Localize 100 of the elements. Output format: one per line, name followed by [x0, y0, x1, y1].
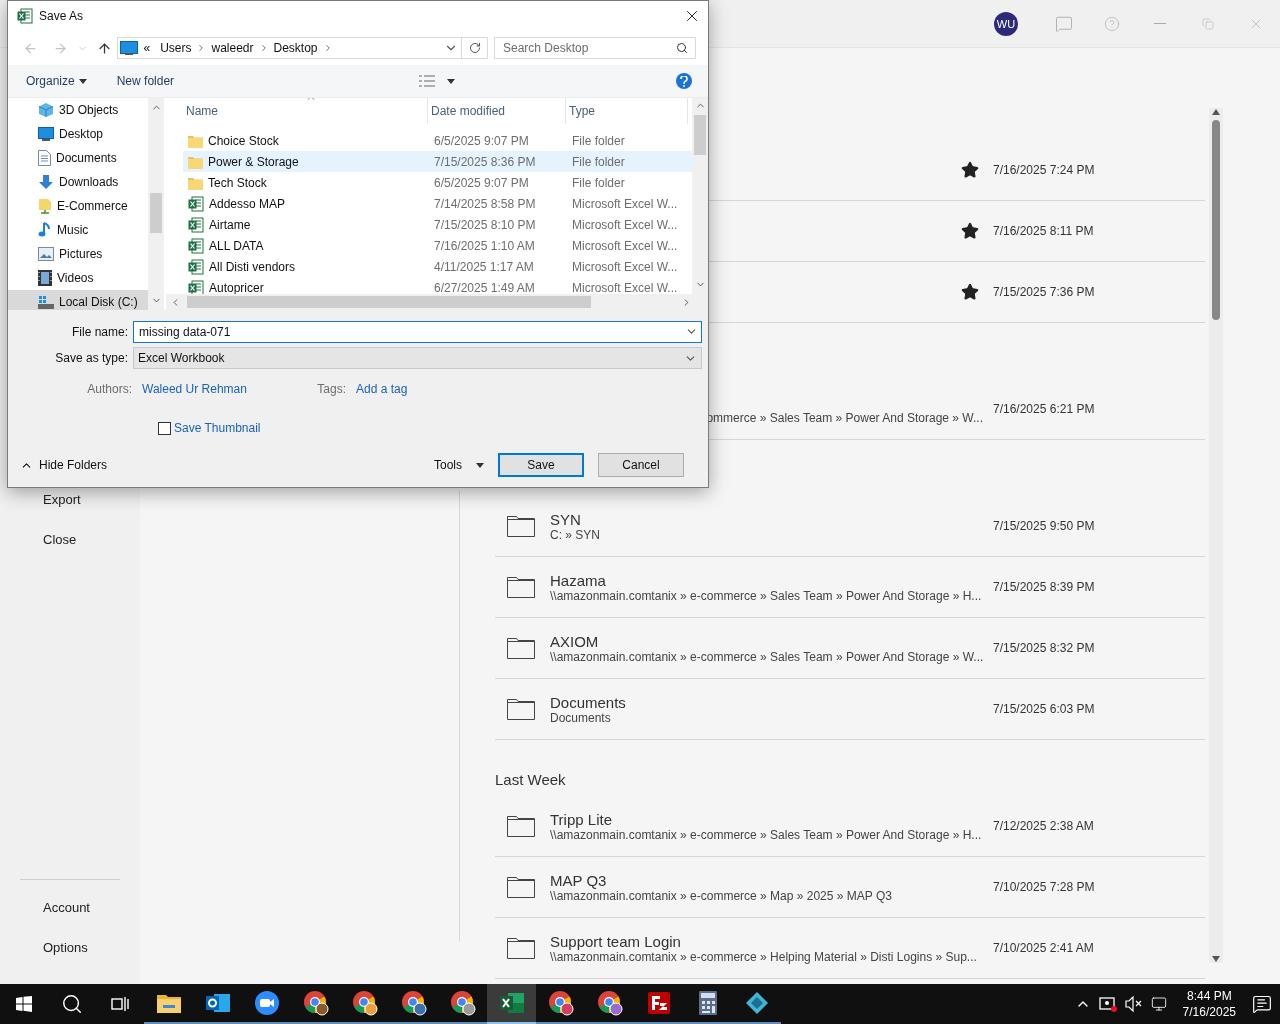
- scrollbar-thumb[interactable]: [694, 115, 706, 155]
- minimize-icon: [1154, 23, 1166, 24]
- folder-path: C: » SYN: [550, 527, 600, 542]
- recent-folder-row[interactable]: AXIOM \\amazonmain.comtanix » e-commerce » Sales Team » Power And Storage » W... 7/15/2025 8:32 PM: [495, 618, 1205, 679]
- search-field[interactable]: Search Desktop: [494, 37, 696, 59]
- file-type-select[interactable]: Excel Workbook: [133, 347, 702, 369]
- folder-path: \\amazonmain.comtanix » e-commerce » Sales Team » Power And Storage » W...: [550, 649, 984, 664]
- column-header[interactable]: Date modified: [428, 98, 566, 124]
- breadcrumb[interactable]: waleedr: [206, 41, 259, 55]
- file-name: Autopricer: [209, 280, 264, 294]
- folder-icon: [156, 993, 181, 1013]
- breadcrumb[interactable]: Desktop: [268, 41, 323, 55]
- file-type: Microsoft Excel W...: [571, 259, 679, 274]
- mail-icon: [205, 992, 230, 1014]
- spreadsheet-icon: [188, 237, 204, 254]
- organize-button[interactable]: Organize: [20, 70, 93, 92]
- folder-tree-item[interactable]: 3D Objects: [8, 98, 148, 122]
- clock[interactable]: 8:44 PM 7/16/2025: [1174, 988, 1244, 1020]
- save-thumbnail-checkbox[interactable]: [158, 421, 171, 435]
- recent-folder-row[interactable]: Documents Documents 7/15/2025 6:03 PM: [495, 679, 1205, 740]
- folder-icon: [507, 637, 535, 659]
- folder-icon: [188, 133, 203, 148]
- file-name: Choice Stock: [208, 133, 279, 148]
- folder-tree-item[interactable]: Desktop: [8, 122, 148, 146]
- modified-date: 7/10/2025 7:28 PM: [992, 880, 1096, 894]
- folder-tree-item[interactable]: Downloads: [8, 170, 148, 194]
- file-list-scrollbar[interactable]: [692, 98, 708, 294]
- folder-path: \\amazonmain.comtanix » e-commerce » Sales Team » Power And Storage » H...: [550, 827, 982, 842]
- download-icon: [38, 174, 54, 190]
- file-type: Microsoft Excel W...: [571, 238, 679, 253]
- modified-date: 7/15/2025 9:50 PM: [992, 519, 1096, 533]
- tree-scrollbar[interactable]: [148, 98, 164, 310]
- pin-star-icon: [961, 161, 979, 179]
- recent-folder-row[interactable]: Tripp Lite \\amazonmain.comtanix » e-commerce » Sales Team » Power And Storage » H... 7/12/2025 2:38 AM: [495, 796, 1205, 857]
- modified-date: 7/15/2025 7:36 PM: [992, 285, 1096, 299]
- folder-tree-item[interactable]: Music: [8, 218, 148, 242]
- hide-folders-button[interactable]: Hide Folders: [20, 458, 108, 472]
- horizontal-scrollbar[interactable]: [166, 294, 708, 310]
- cancel-button[interactable]: Cancel: [598, 453, 684, 477]
- drive-icon: [38, 295, 54, 309]
- dialog-title: Save As: [39, 9, 85, 23]
- meeting-icon: [1098, 996, 1117, 1012]
- browser-icon: [547, 990, 574, 1016]
- folder-tree-item[interactable]: Pictures: [8, 242, 148, 266]
- user-avatar[interactable]: WU: [994, 11, 1018, 36]
- recent-folder-row[interactable]: Hazama \\amazonmain.comtanix » e-commerce » Sales Team » Power And Storage » H... 7/15/2025 8:39 PM: [495, 557, 1205, 618]
- network-folder-icon: [38, 198, 52, 214]
- file-name-field[interactable]: missing data-071: [133, 321, 702, 343]
- calculator-icon: [698, 991, 717, 1015]
- nav-item[interactable]: Close: [0, 520, 140, 560]
- browser-icon: [302, 990, 329, 1016]
- help-button[interactable]: [676, 73, 692, 89]
- folder-icon: [188, 154, 203, 169]
- spreadsheet-icon: [188, 279, 204, 294]
- folder-tree-item[interactable]: Local Disk (C:): [8, 290, 148, 310]
- scrollbar-thumb[interactable]: [187, 296, 591, 308]
- folder-tree-item[interactable]: E-Commerce: [8, 194, 148, 218]
- nav-item[interactable]: Options: [0, 928, 140, 968]
- folder-name: MAP Q3: [550, 871, 608, 889]
- recent-folder-row[interactable]: SYN C: » SYN 7/15/2025 9:50 PM: [495, 496, 1205, 557]
- save-button[interactable]: Save: [498, 453, 584, 477]
- recent-folder-row[interactable]: Support team Login \\amazonmain.comtanix » e-commerce » Helping Material » Disti Logins » Sup... 7/10/2025 2:41 AM: [495, 918, 1205, 979]
- folder-icon: [507, 698, 535, 720]
- new-folder-button[interactable]: New folder: [110, 70, 181, 92]
- document-icon: [38, 150, 51, 166]
- file-name: Airtame: [209, 217, 251, 232]
- folder-icon: [507, 876, 535, 898]
- folder-tree-item[interactable]: Videos: [8, 266, 148, 290]
- file-type: File folder: [571, 154, 626, 169]
- file-row[interactable]: Power & Storage 7/15/2025 8:36 PM File folder: [183, 151, 692, 172]
- scrollbar-thumb[interactable]: [150, 193, 162, 233]
- file-name: ALL DATA: [209, 238, 264, 253]
- spreadsheet-icon: [499, 992, 524, 1014]
- spreadsheet-icon: [188, 195, 204, 212]
- file-type: Microsoft Excel W...: [571, 217, 679, 232]
- recent-folder-row[interactable]: MAP Q3 \\amazonmain.comtanix » e-commerce » Map » 2025 » MAP Q3 7/10/2025 7:28 PM: [495, 857, 1205, 918]
- column-header[interactable]: Name: [183, 98, 428, 124]
- scrollbar-thumb[interactable]: [1212, 120, 1220, 320]
- browser-icon: [596, 990, 623, 1016]
- modified-date: 7/15/2025 8:39 PM: [992, 580, 1096, 594]
- nav-item[interactable]: Account: [0, 888, 140, 928]
- scrollbar[interactable]: [1209, 108, 1223, 963]
- file-name: All Disti vendors: [209, 259, 296, 274]
- column-header[interactable]: Type: [566, 98, 688, 124]
- modified-date: 7/16/2025 7:24 PM: [992, 163, 1096, 177]
- breadcrumb[interactable]: Users: [155, 41, 197, 55]
- folder-icon: [188, 175, 203, 190]
- film-icon: [38, 270, 52, 286]
- view-options-icon: [419, 75, 436, 87]
- folder-tree-item[interactable]: Documents: [8, 146, 148, 170]
- pictures-icon: [38, 247, 54, 261]
- folder-name: Tripp Lite: [550, 810, 613, 828]
- tools-button[interactable]: Tools: [434, 458, 484, 472]
- folder-icon: [507, 515, 535, 537]
- checkbox-label[interactable]: Save Thumbnail: [174, 421, 261, 435]
- address-bar[interactable]: « Users waleedr Desktop: [117, 37, 488, 59]
- authors-link[interactable]: Waleed Ur Rehman: [142, 382, 302, 396]
- taskbar-app[interactable]: [487, 984, 536, 1024]
- file-name: Power & Storage: [208, 154, 299, 169]
- overflow-crumb[interactable]: «: [138, 41, 156, 55]
